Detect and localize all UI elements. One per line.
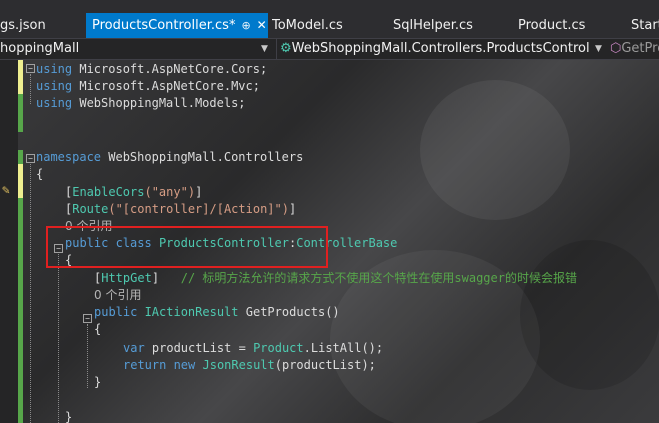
keyword: var — [123, 341, 145, 355]
code-editor[interactable]: ✎ − − − − using Microsoft.AspNetCore.Cor… — [0, 60, 659, 423]
navigation-bar: hoppingMall ▼ ⚙WebShoppingMall.Controlle… — [0, 38, 659, 60]
keyword: public — [94, 305, 138, 319]
code-line: { — [94, 321, 101, 338]
arguments: (productList); — [274, 358, 376, 372]
namespace-text: Microsoft.AspNetCore.Cors; — [72, 62, 268, 76]
collapse-icon[interactable]: − — [83, 314, 92, 323]
attribute-arg: ("[controller]/[Action]") — [108, 202, 289, 216]
attribute-name: Route — [72, 202, 109, 216]
outline-guide — [30, 74, 31, 104]
quick-action-icon[interactable]: ✎ — [2, 183, 10, 198]
code-line: namespace WebShoppingMall.Controllers — [36, 149, 303, 166]
type-name: JsonResult — [195, 358, 275, 372]
keyword: new — [166, 358, 196, 372]
keyword: using — [36, 79, 73, 93]
code-line: [EnableCors("any")] — [65, 184, 202, 201]
project-dropdown[interactable]: hoppingMall — [0, 39, 245, 59]
tab-products-controller[interactable]: ProductsController.cs* ⊕ ✕ — [86, 13, 268, 38]
attribute-name: HttpGet — [101, 271, 152, 285]
code-line: } — [94, 374, 101, 391]
code-line: [Route("[controller]/[Action]")] — [65, 201, 296, 218]
indicator-margin — [0, 60, 18, 423]
pin-icon[interactable]: ⊕ — [241, 19, 250, 32]
namespace-text: WebShoppingMall.Models; — [72, 96, 246, 110]
bracket: ] — [151, 271, 160, 285]
keyword: using — [36, 96, 73, 110]
tab-sqlhelper[interactable]: SqlHelper.cs — [393, 13, 493, 38]
divider — [276, 39, 277, 59]
code-comment: // 标明方法允许的请求方式不使用这个特性在使用swagger的时候会报错 — [180, 271, 577, 285]
type-name: IActionResult — [137, 305, 239, 319]
class-icon: ⚙ — [280, 41, 292, 56]
method-icon: ⬡ — [610, 41, 622, 56]
method-call: .ListAll(); — [303, 341, 384, 355]
keyword: return — [123, 358, 167, 372]
outline-guide — [30, 164, 31, 423]
member-name: GetPro — [621, 41, 659, 56]
brace: } — [94, 375, 102, 389]
close-icon[interactable]: ✕ — [257, 18, 267, 32]
background-art — [420, 80, 570, 220]
class-name: WebShoppingMall.Controllers.ProductsCont… — [291, 41, 590, 56]
namespace-text: WebShoppingMall.Controllers — [101, 150, 304, 164]
bracket: ] — [195, 185, 203, 199]
tab-tomodel[interactable]: ToModel.cs — [272, 13, 362, 38]
class-dropdown[interactable]: ⚙WebShoppingMall.Controllers.ProductsCon… — [280, 39, 590, 59]
method-name: GetProducts() — [238, 305, 340, 319]
code-line: using Microsoft.AspNetCore.Mvc; — [36, 78, 260, 95]
brace: } — [65, 410, 73, 423]
code-line: using Microsoft.AspNetCore.Cors; — [36, 61, 267, 78]
code-line: var productList = Product.ListAll(); — [123, 340, 383, 357]
reference-count[interactable]: 0 个引用 — [94, 287, 141, 304]
tab-startup[interactable]: Start — [631, 13, 659, 38]
bracket: ] — [288, 202, 297, 216]
code-line: public IActionResult GetProducts() — [94, 304, 340, 321]
namespace-text: Microsoft.AspNetCore.Mvc; — [72, 79, 260, 93]
tab-label: gs.json — [0, 18, 46, 33]
chevron-down-icon[interactable]: ▼ — [261, 39, 268, 59]
tab-label: Product.cs — [518, 18, 586, 33]
code-line: [HttpGet] // 标明方法允许的请求方式不使用这个特性在使用swagge… — [94, 270, 577, 287]
tab-label: ProductsController.cs* — [92, 18, 236, 33]
project-name: hoppingMall — [0, 41, 80, 56]
tab-label: ToModel.cs — [272, 18, 343, 33]
collapse-icon[interactable]: − — [26, 154, 35, 163]
code-line: { — [36, 166, 43, 183]
unsaved-marker — [18, 60, 23, 94]
outline-guide — [58, 254, 59, 423]
document-tab-bar: gs.json ProductsController.cs* ⊕ ✕ ToModel… — [0, 0, 659, 38]
tab-label: Start — [631, 18, 659, 33]
type-name: Product — [253, 341, 304, 355]
brace: { — [36, 167, 44, 181]
attribute-arg: ("any") — [144, 185, 196, 199]
member-dropdown[interactable]: ⬡GetPro — [610, 39, 659, 59]
tab-product[interactable]: Product.cs — [518, 13, 598, 38]
chevron-down-icon[interactable]: ▼ — [595, 39, 602, 59]
brace: { — [94, 322, 102, 336]
collapse-icon[interactable]: − — [26, 64, 35, 73]
tab-label: SqlHelper.cs — [393, 18, 473, 33]
keyword: using — [36, 62, 73, 76]
code-line: using WebShoppingMall.Models; — [36, 95, 246, 112]
attribute-name: EnableCors — [72, 185, 145, 199]
highlight-box — [46, 226, 328, 268]
keyword: namespace — [36, 150, 102, 164]
background-art — [520, 240, 659, 390]
identifier: productList = — [144, 341, 254, 355]
tab-settings-json[interactable]: gs.json — [0, 13, 60, 38]
code-line: return new JsonResult(productList); — [123, 357, 376, 374]
outline-guide — [87, 324, 88, 388]
code-line: } — [65, 409, 72, 423]
unsaved-marker — [18, 164, 23, 198]
